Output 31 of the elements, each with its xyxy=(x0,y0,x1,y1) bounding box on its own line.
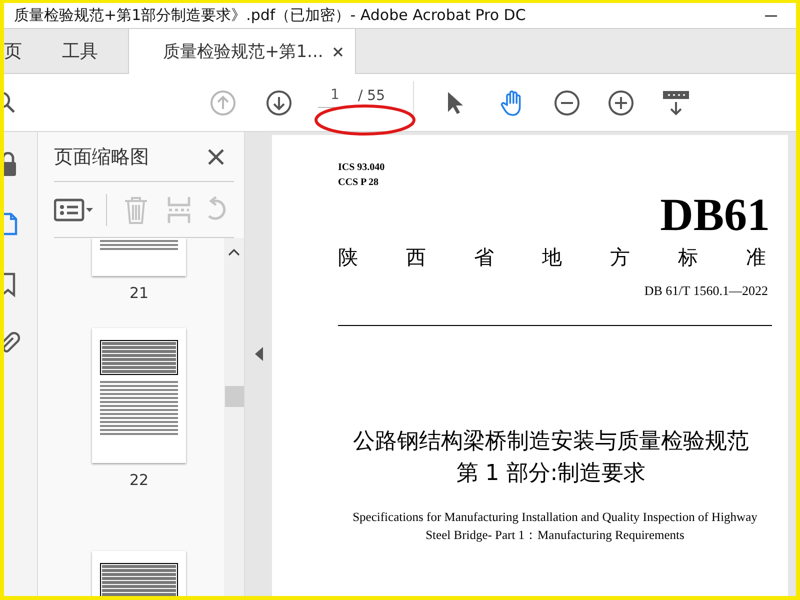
page-thumbnail[interactable] xyxy=(92,328,186,463)
tab[interactable]: 工具 xyxy=(48,29,112,73)
zoom-out-icon[interactable] xyxy=(554,90,580,116)
scrollbar[interactable] xyxy=(224,238,244,596)
scroll-thumb[interactable] xyxy=(224,386,244,407)
page-icon[interactable] xyxy=(4,212,20,238)
scroll-up-icon[interactable] xyxy=(228,248,240,256)
english-title: Specifications for Manufacturing Installation and Quality Inspection of Highway Steel Bridge- Part 1：Manufacturing Requirements xyxy=(352,509,758,544)
page-number: 22 xyxy=(129,471,149,489)
standard-authority: 陕 西 省 地 方 标 准 xyxy=(338,244,767,271)
pointer-icon[interactable] xyxy=(446,90,464,114)
window-title: 质量检验规范+第1部分制造要求》.pdf（已加密）- Adobe Acrobat Pro DC xyxy=(14,6,527,25)
standard-code: DB61 xyxy=(659,192,771,238)
page-number: 21 xyxy=(129,284,149,302)
standard-number: DB 61/T 1560.1—2022 xyxy=(643,283,769,299)
page-count: / 55 xyxy=(358,88,385,104)
page-number-field[interactable]: 1 xyxy=(318,83,352,108)
page-thumbnail[interactable] xyxy=(92,238,186,276)
document-title: 公路钢结构梁桥制造安装与质量检验规范 xyxy=(352,428,750,456)
list-options-icon[interactable] xyxy=(54,198,94,222)
collapse-arrow-icon[interactable] xyxy=(254,347,262,361)
tab[interactable]: 质量检验规范+第1... xyxy=(128,29,356,74)
document-title: 第 1 部分:制造要求 xyxy=(455,460,647,488)
classification-code: ICS 93.040 xyxy=(338,161,386,175)
close-icon[interactable] xyxy=(208,148,224,164)
panel-title: 页面缩略图 xyxy=(54,144,149,170)
keyboard-down-arrow-icon[interactable] xyxy=(662,90,690,116)
close-icon[interactable] xyxy=(333,46,343,56)
tab[interactable]: 页 xyxy=(4,29,36,73)
zoom-in-icon[interactable] xyxy=(608,90,634,116)
classification-code: CCS P 28 xyxy=(338,176,380,190)
